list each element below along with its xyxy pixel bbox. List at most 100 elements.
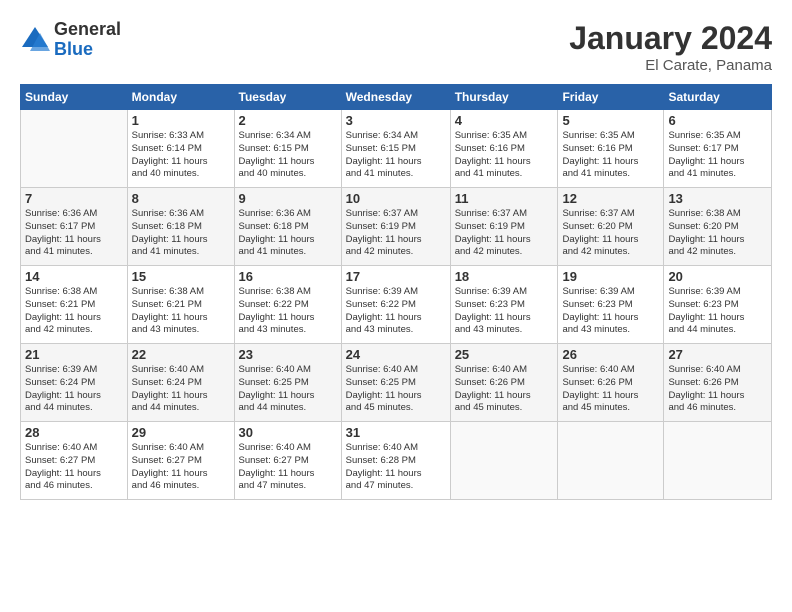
day-cell: 5 Sunrise: 6:35 AM Sunset: 6:16 PM Daylig…	[558, 110, 664, 188]
day-info: Sunrise: 6:40 AM Sunset: 6:27 PM Dayligh…	[132, 442, 230, 493]
week-row-4: 21 Sunrise: 6:39 AM Sunset: 6:24 PM Dayli…	[21, 344, 772, 422]
day-cell: 2 Sunrise: 6:34 AM Sunset: 6:15 PM Daylig…	[234, 110, 341, 188]
logo-general-text: General	[54, 20, 121, 40]
day-number: 15	[132, 269, 230, 284]
day-cell: 28 Sunrise: 6:40 AM Sunset: 6:27 PM Dayli…	[21, 422, 128, 500]
day-cell	[558, 422, 664, 500]
header: General Blue January 2024 El Carate, Pan…	[20, 20, 772, 74]
title-block: January 2024 El Carate, Panama	[569, 20, 772, 74]
day-number: 19	[562, 269, 659, 284]
day-cell	[21, 110, 128, 188]
day-cell: 1 Sunrise: 6:33 AM Sunset: 6:14 PM Daylig…	[127, 110, 234, 188]
day-info: Sunrise: 6:36 AM Sunset: 6:18 PM Dayligh…	[132, 208, 230, 259]
day-cell: 21 Sunrise: 6:39 AM Sunset: 6:24 PM Dayli…	[21, 344, 128, 422]
day-cell: 25Sunrise: 6:40 AM Sunset: 6:26 PM Dayli…	[450, 344, 558, 422]
day-number: 21	[25, 347, 123, 362]
day-info: Sunrise: 6:36 AM Sunset: 6:18 PM Dayligh…	[239, 208, 337, 259]
day-cell: 12 Sunrise: 6:37 AM Sunset: 6:20 PM Dayli…	[558, 188, 664, 266]
day-number: 1	[132, 113, 230, 128]
day-number: 27	[668, 347, 767, 362]
day-number: 30	[239, 425, 337, 440]
day-cell: 31Sunrise: 6:40 AM Sunset: 6:28 PM Dayli…	[341, 422, 450, 500]
day-cell: 19 Sunrise: 6:39 AM Sunset: 6:23 PM Dayli…	[558, 266, 664, 344]
day-number: 7	[25, 191, 123, 206]
day-number: 18	[455, 269, 554, 284]
day-number: 14	[25, 269, 123, 284]
day-info: Sunrise: 6:40 AM Sunset: 6:28 PM Dayligh…	[346, 442, 446, 493]
col-header-tuesday: Tuesday	[234, 85, 341, 110]
day-info: Sunrise: 6:39 AM Sunset: 6:22 PM Dayligh…	[346, 286, 446, 337]
col-header-thursday: Thursday	[450, 85, 558, 110]
week-row-1: 1 Sunrise: 6:33 AM Sunset: 6:14 PM Daylig…	[21, 110, 772, 188]
day-number: 8	[132, 191, 230, 206]
day-cell: 30 Sunrise: 6:40 AM Sunset: 6:27 PM Dayli…	[234, 422, 341, 500]
calendar-title: January 2024	[569, 20, 772, 57]
logo-icon	[20, 25, 50, 55]
day-cell	[450, 422, 558, 500]
week-row-5: 28 Sunrise: 6:40 AM Sunset: 6:27 PM Dayli…	[21, 422, 772, 500]
day-number: 28	[25, 425, 123, 440]
day-cell: 14Sunrise: 6:38 AM Sunset: 6:21 PM Dayli…	[21, 266, 128, 344]
day-cell: 15Sunrise: 6:38 AM Sunset: 6:21 PM Dayli…	[127, 266, 234, 344]
day-number: 5	[562, 113, 659, 128]
col-header-saturday: Saturday	[664, 85, 772, 110]
day-number: 6	[668, 113, 767, 128]
day-cell: 22Sunrise: 6:40 AM Sunset: 6:24 PM Dayli…	[127, 344, 234, 422]
day-number: 9	[239, 191, 337, 206]
day-cell: 16Sunrise: 6:38 AM Sunset: 6:22 PM Dayli…	[234, 266, 341, 344]
day-info: Sunrise: 6:38 AM Sunset: 6:22 PM Dayligh…	[239, 286, 337, 337]
day-info: Sunrise: 6:34 AM Sunset: 6:15 PM Dayligh…	[346, 130, 446, 181]
day-number: 10	[346, 191, 446, 206]
day-info: Sunrise: 6:40 AM Sunset: 6:26 PM Dayligh…	[562, 364, 659, 415]
day-cell: 13 Sunrise: 6:38 AM Sunset: 6:20 PM Dayli…	[664, 188, 772, 266]
day-cell: 26 Sunrise: 6:40 AM Sunset: 6:26 PM Dayli…	[558, 344, 664, 422]
day-number: 3	[346, 113, 446, 128]
day-cell: 17Sunrise: 6:39 AM Sunset: 6:22 PM Dayli…	[341, 266, 450, 344]
col-header-wednesday: Wednesday	[341, 85, 450, 110]
day-info: Sunrise: 6:34 AM Sunset: 6:15 PM Dayligh…	[239, 130, 337, 181]
day-cell: 10Sunrise: 6:37 AM Sunset: 6:19 PM Dayli…	[341, 188, 450, 266]
day-cell: 8 Sunrise: 6:36 AM Sunset: 6:18 PM Daylig…	[127, 188, 234, 266]
day-number: 24	[346, 347, 446, 362]
day-number: 26	[562, 347, 659, 362]
day-cell: 23 Sunrise: 6:40 AM Sunset: 6:25 PM Dayli…	[234, 344, 341, 422]
day-number: 11	[455, 191, 554, 206]
day-cell: 6 Sunrise: 6:35 AM Sunset: 6:17 PM Daylig…	[664, 110, 772, 188]
day-cell: 9 Sunrise: 6:36 AM Sunset: 6:18 PM Daylig…	[234, 188, 341, 266]
day-info: Sunrise: 6:38 AM Sunset: 6:20 PM Dayligh…	[668, 208, 767, 259]
day-info: Sunrise: 6:35 AM Sunset: 6:16 PM Dayligh…	[455, 130, 554, 181]
day-info: Sunrise: 6:36 AM Sunset: 6:17 PM Dayligh…	[25, 208, 123, 259]
day-number: 23	[239, 347, 337, 362]
day-info: Sunrise: 6:33 AM Sunset: 6:14 PM Dayligh…	[132, 130, 230, 181]
day-cell: 7 Sunrise: 6:36 AM Sunset: 6:17 PM Daylig…	[21, 188, 128, 266]
day-number: 13	[668, 191, 767, 206]
day-number: 12	[562, 191, 659, 206]
day-info: Sunrise: 6:39 AM Sunset: 6:24 PM Dayligh…	[25, 364, 123, 415]
day-info: Sunrise: 6:40 AM Sunset: 6:25 PM Dayligh…	[239, 364, 337, 415]
day-info: Sunrise: 6:40 AM Sunset: 6:26 PM Dayligh…	[455, 364, 554, 415]
calendar-subtitle: El Carate, Panama	[569, 57, 772, 74]
day-info: Sunrise: 6:40 AM Sunset: 6:27 PM Dayligh…	[239, 442, 337, 493]
day-cell: 29Sunrise: 6:40 AM Sunset: 6:27 PM Dayli…	[127, 422, 234, 500]
day-info: Sunrise: 6:39 AM Sunset: 6:23 PM Dayligh…	[562, 286, 659, 337]
day-cell: 24 Sunrise: 6:40 AM Sunset: 6:25 PM Dayli…	[341, 344, 450, 422]
day-info: Sunrise: 6:35 AM Sunset: 6:16 PM Dayligh…	[562, 130, 659, 181]
day-cell: 27Sunrise: 6:40 AM Sunset: 6:26 PM Dayli…	[664, 344, 772, 422]
day-info: Sunrise: 6:35 AM Sunset: 6:17 PM Dayligh…	[668, 130, 767, 181]
day-info: Sunrise: 6:39 AM Sunset: 6:23 PM Dayligh…	[668, 286, 767, 337]
week-row-3: 14Sunrise: 6:38 AM Sunset: 6:21 PM Dayli…	[21, 266, 772, 344]
day-info: Sunrise: 6:39 AM Sunset: 6:23 PM Dayligh…	[455, 286, 554, 337]
day-number: 22	[132, 347, 230, 362]
day-info: Sunrise: 6:37 AM Sunset: 6:19 PM Dayligh…	[455, 208, 554, 259]
calendar-table: SundayMondayTuesdayWednesdayThursdayFrid…	[20, 84, 772, 500]
page: General Blue January 2024 El Carate, Pan…	[0, 0, 792, 612]
day-info: Sunrise: 6:40 AM Sunset: 6:27 PM Dayligh…	[25, 442, 123, 493]
col-header-friday: Friday	[558, 85, 664, 110]
day-cell: 20Sunrise: 6:39 AM Sunset: 6:23 PM Dayli…	[664, 266, 772, 344]
day-info: Sunrise: 6:40 AM Sunset: 6:25 PM Dayligh…	[346, 364, 446, 415]
day-number: 4	[455, 113, 554, 128]
day-cell: 18 Sunrise: 6:39 AM Sunset: 6:23 PM Dayli…	[450, 266, 558, 344]
day-number: 2	[239, 113, 337, 128]
header-row: SundayMondayTuesdayWednesdayThursdayFrid…	[21, 85, 772, 110]
day-info: Sunrise: 6:37 AM Sunset: 6:20 PM Dayligh…	[562, 208, 659, 259]
